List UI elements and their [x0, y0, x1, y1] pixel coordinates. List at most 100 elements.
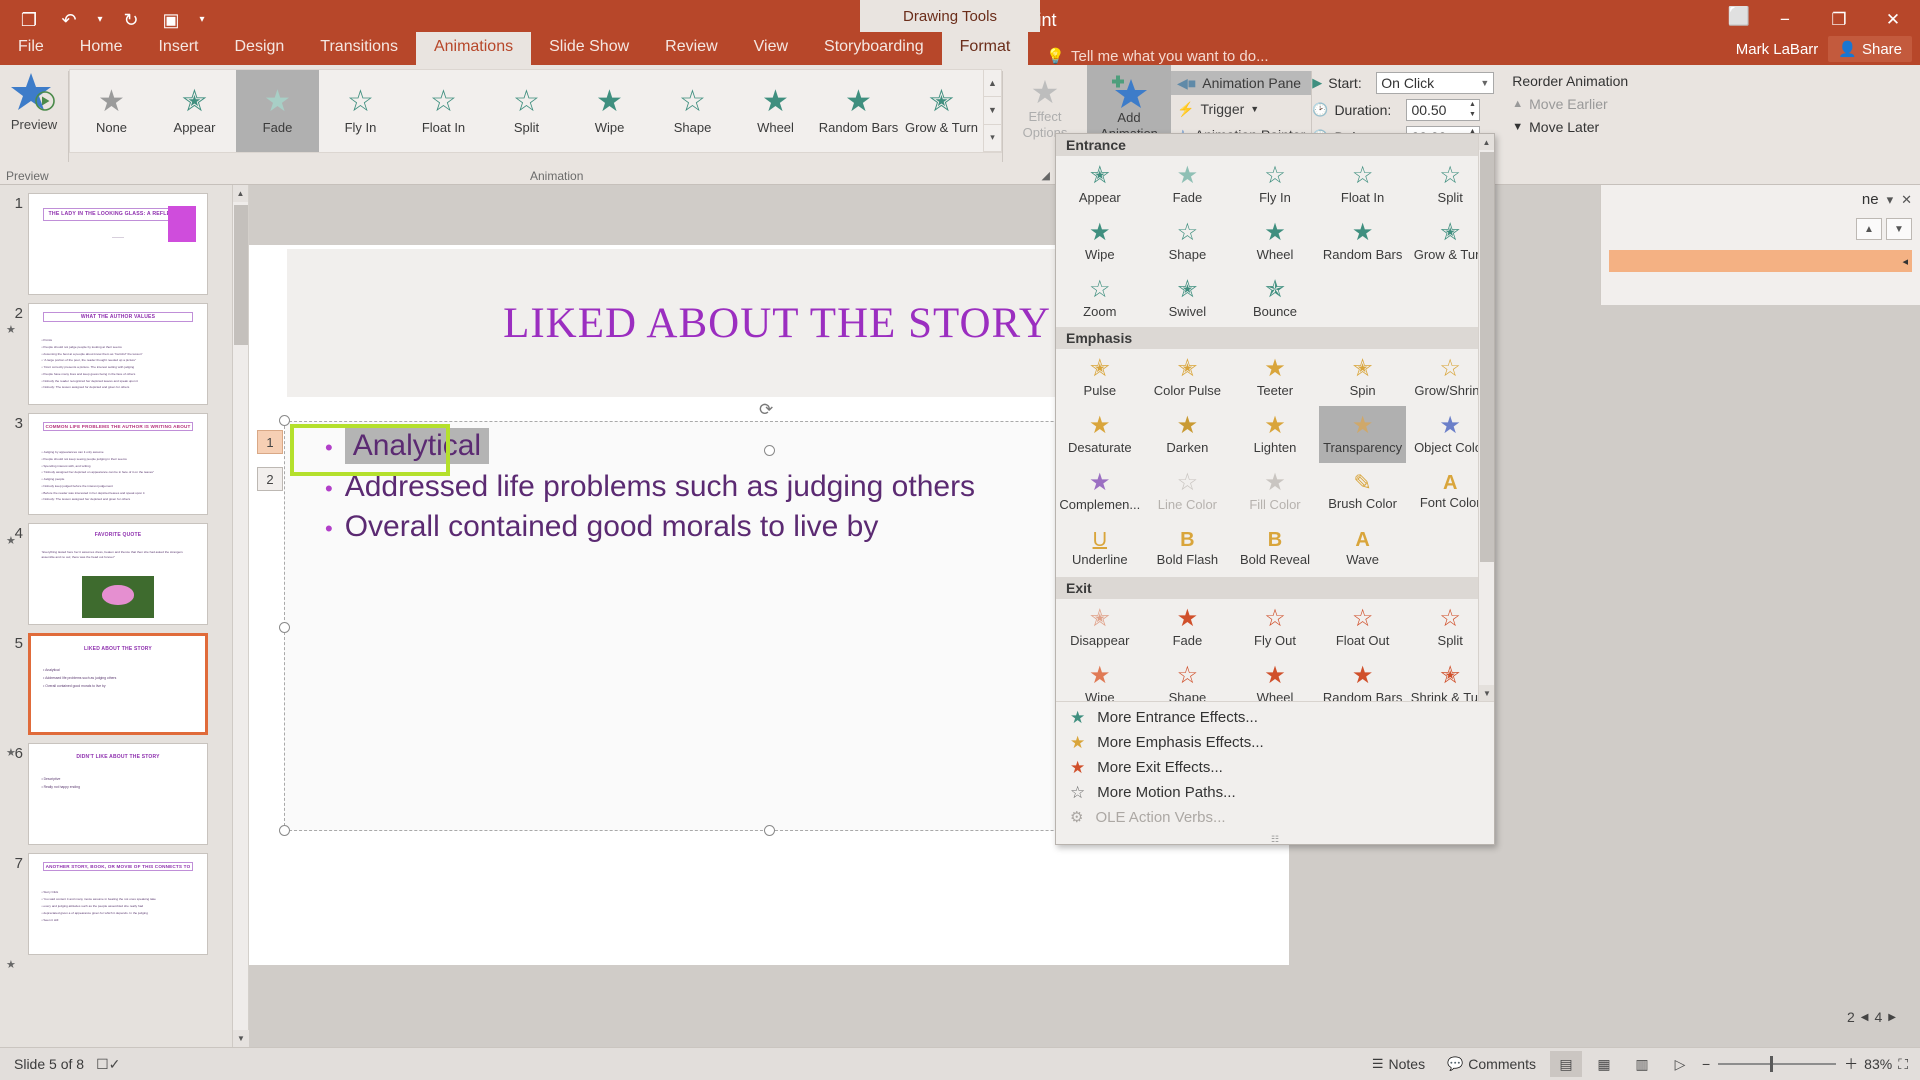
- bullet-text-addressed[interactable]: Addressed life problems such as judging …: [345, 470, 975, 504]
- effect-random-bars-exit[interactable]: ★ Random Bars: [1319, 656, 1407, 702]
- zoom-slider[interactable]: − ＋: [1702, 1054, 1858, 1074]
- tab-view[interactable]: View: [736, 32, 806, 65]
- effect-lighten[interactable]: ★ Lighten: [1231, 406, 1319, 463]
- dropdown-scrollbar[interactable]: ▲ ▼: [1478, 134, 1494, 701]
- trigger-button[interactable]: ⚡ Trigger ▼: [1171, 97, 1311, 121]
- scroll-up-icon[interactable]: ▲: [233, 185, 248, 202]
- animation-gallery[interactable]: ★ None ✭ Appear ★ Fade ☆ Fly In ☆ Float …: [69, 69, 1002, 153]
- gallery-scroll-up-icon[interactable]: ▲: [984, 70, 1001, 98]
- effect-disappear[interactable]: ✭ Disappear: [1056, 599, 1144, 656]
- notes-button[interactable]: ☰ Notes: [1364, 1053, 1433, 1075]
- tab-format[interactable]: Format: [941, 32, 1029, 65]
- gallery-item-shape[interactable]: ☆ Shape: [651, 70, 734, 152]
- rotate-handle[interactable]: ⟳: [759, 400, 777, 419]
- gallery-item-wheel[interactable]: ★ Wheel: [734, 70, 817, 152]
- dropdown-resize-grip[interactable]: ☷: [1056, 834, 1494, 844]
- scroll-down-icon[interactable]: ▼: [1479, 685, 1494, 701]
- effect-wheel[interactable]: ★ Wheel: [1231, 213, 1319, 270]
- list-item[interactable]: 5 ★ LIKED ABOUT THE STORY • Analytical •…: [0, 625, 247, 971]
- effect-teeter[interactable]: ★ Teeter: [1231, 349, 1319, 406]
- animation-pane-menu-icon[interactable]: ▾: [1887, 192, 1894, 208]
- thumbnail-pane-scrollbar[interactable]: ▲ ▼: [232, 185, 249, 1047]
- selection-handle-middle-left[interactable]: [279, 622, 290, 633]
- tab-home[interactable]: Home: [62, 32, 141, 65]
- list-item[interactable]: 6 ★ DIDN'T LIKE ABOUT THE STORY • Descri…: [0, 735, 247, 845]
- gallery-item-wipe[interactable]: ★ Wipe: [568, 70, 651, 152]
- scroll-up-icon[interactable]: ▲: [1479, 134, 1494, 150]
- scrollbar-thumb[interactable]: [1480, 152, 1494, 562]
- ribbon-tab-strip[interactable]: File Home Insert Design Transitions Anim…: [0, 32, 1920, 65]
- effect-float-in[interactable]: ☆ Float In: [1319, 156, 1407, 213]
- tab-storyboarding[interactable]: Storyboarding: [806, 32, 942, 65]
- animation-dialog-launcher[interactable]: ◢: [1042, 169, 1050, 182]
- tab-file[interactable]: File: [0, 32, 62, 65]
- spin-down-icon[interactable]: ▼: [1465, 110, 1479, 120]
- effect-wipe-exit[interactable]: ★ Wipe: [1056, 656, 1144, 702]
- more-motion-paths-item[interactable]: ☆ More Motion Paths...: [1056, 780, 1494, 805]
- effect-bold-flash[interactable]: B Bold Flash: [1144, 520, 1232, 577]
- list-item[interactable]: 7 ★ ANOTHER STORY, BOOK, OR MOVIE OF THI…: [0, 845, 247, 955]
- slide-thumbnail-pane[interactable]: 1 THE LADY IN THE LOOKING GLASS: A REFLE…: [0, 185, 248, 1047]
- animation-pane-move-down-icon[interactable]: ▼: [1886, 218, 1912, 240]
- gallery-item-float-in[interactable]: ☆ Float In: [402, 70, 485, 152]
- accessibility-checker-icon[interactable]: ☐✓: [96, 1056, 120, 1073]
- list-item[interactable]: 3 ★ COMMON LIFE PROBLEMS THE AUTHOR IS W…: [0, 405, 247, 547]
- timing-duration-row[interactable]: 🕑 Duration: 00.50 ▲ ▼: [1312, 98, 1494, 121]
- slide-thumbnail-3[interactable]: COMMON LIFE PROBLEMS THE AUTHOR IS WRITI…: [28, 413, 208, 515]
- zoom-out-button[interactable]: −: [1702, 1056, 1710, 1072]
- start-dropdown[interactable]: On Click ▼: [1376, 71, 1495, 94]
- effect-shape-exit[interactable]: ☆ Shape: [1144, 656, 1232, 702]
- animation-tag-1[interactable]: 1: [257, 430, 283, 454]
- list-item[interactable]: 1 THE LADY IN THE LOOKING GLASS: A REFLE…: [0, 185, 247, 295]
- chevron-down-icon[interactable]: ▼: [1250, 104, 1259, 114]
- effect-spin[interactable]: ✭ Spin: [1319, 349, 1407, 406]
- tab-insert[interactable]: Insert: [140, 32, 216, 65]
- effect-wipe[interactable]: ★ Wipe: [1056, 213, 1144, 270]
- ribbon-display-options-icon[interactable]: ⬜: [1728, 6, 1750, 27]
- effect-wave[interactable]: A Wave: [1319, 520, 1407, 577]
- effect-appear[interactable]: ✭ Appear: [1056, 156, 1144, 213]
- bullet-text-analytical[interactable]: Analytical: [344, 428, 490, 464]
- zoom-knob[interactable]: [1770, 1056, 1774, 1072]
- page-navigation[interactable]: 2 ◀ 4 ▶: [1847, 1009, 1896, 1025]
- status-right[interactable]: ☰ Notes 💬 Comments ▤ ▦ ▥ ▷ − ＋ 83% ⛶: [1364, 1051, 1920, 1077]
- emphasis-effects-grid[interactable]: ✭ Pulse ✭ Color Pulse ★ Teeter ✭ Spin ☆ Grow/…: [1056, 349, 1494, 577]
- animation-pane-button[interactable]: ◀■ Animation Pane: [1171, 71, 1312, 95]
- slide-thumbnail-6[interactable]: DIDN'T LIKE ABOUT THE STORY • Descriptiv…: [28, 743, 208, 845]
- timing-start-row[interactable]: ▶ Start: On Click ▼: [1312, 71, 1495, 94]
- effect-transparency[interactable]: ★ Transparency: [1318, 406, 1407, 463]
- status-bar[interactable]: Slide 5 of 8 ☐✓ ☰ Notes 💬 Comments ▤ ▦ ▥…: [0, 1047, 1920, 1080]
- effect-bounce[interactable]: ✯ Bounce: [1231, 270, 1319, 327]
- exit-effects-grid[interactable]: ✭ Disappear ★ Fade ☆ Fly Out ☆ Float Out ☆ Sp…: [1056, 599, 1494, 702]
- gallery-item-fly-in[interactable]: ☆ Fly In: [319, 70, 402, 152]
- duration-spin-arrows[interactable]: ▲ ▼: [1465, 100, 1479, 120]
- effect-float-out[interactable]: ☆ Float Out: [1319, 599, 1407, 656]
- more-emphasis-effects-item[interactable]: ★ More Emphasis Effects...: [1056, 730, 1494, 755]
- animation-pane-header[interactable]: ne ▾ ✕: [1601, 185, 1920, 214]
- effect-desaturate[interactable]: ★ Desaturate: [1056, 406, 1144, 463]
- effect-zoom[interactable]: ☆ Zoom: [1056, 270, 1144, 327]
- effect-fly-out[interactable]: ☆ Fly Out: [1231, 599, 1319, 656]
- gallery-item-grow-turn[interactable]: ✭ Grow & Turn: [900, 70, 983, 152]
- gallery-item-split[interactable]: ☆ Split: [485, 70, 568, 152]
- animation-tag-2[interactable]: 2: [257, 467, 283, 491]
- animation-pane-reorder-buttons[interactable]: ▲ ▼: [1601, 214, 1920, 244]
- slide-thumbnail-7[interactable]: ANOTHER STORY, BOOK, OR MOVIE OF THIS CO…: [28, 853, 208, 955]
- zoom-level-label[interactable]: 83%: [1864, 1056, 1892, 1072]
- scrollbar-thumb[interactable]: [234, 205, 248, 345]
- effect-random-bars[interactable]: ★ Random Bars: [1319, 213, 1407, 270]
- gallery-item-appear[interactable]: ✭ Appear: [153, 70, 236, 152]
- preview-button[interactable]: Preview: [0, 65, 68, 132]
- spin-up-icon[interactable]: ▲: [1465, 100, 1479, 110]
- account-area[interactable]: Mark LaBarr 👤 Share: [1736, 36, 1912, 62]
- effect-fade-exit[interactable]: ★ Fade: [1144, 599, 1232, 656]
- tab-review[interactable]: Review: [647, 32, 735, 65]
- slide-thumbnail-4[interactable]: FAVORITE QUOTE “Everything lasted here h…: [28, 523, 208, 625]
- zoom-in-button[interactable]: ＋: [1844, 1054, 1858, 1074]
- duration-spinner[interactable]: 00.50 ▲ ▼: [1406, 98, 1481, 121]
- effect-brush-color[interactable]: ✎ Brush Color: [1319, 463, 1407, 520]
- effect-fly-in[interactable]: ☆ Fly In: [1231, 156, 1319, 213]
- chevron-left-icon[interactable]: ◀: [1861, 1012, 1869, 1023]
- effect-darken[interactable]: ★ Darken: [1144, 406, 1232, 463]
- animation-pane-close-icon[interactable]: ✕: [1901, 192, 1912, 208]
